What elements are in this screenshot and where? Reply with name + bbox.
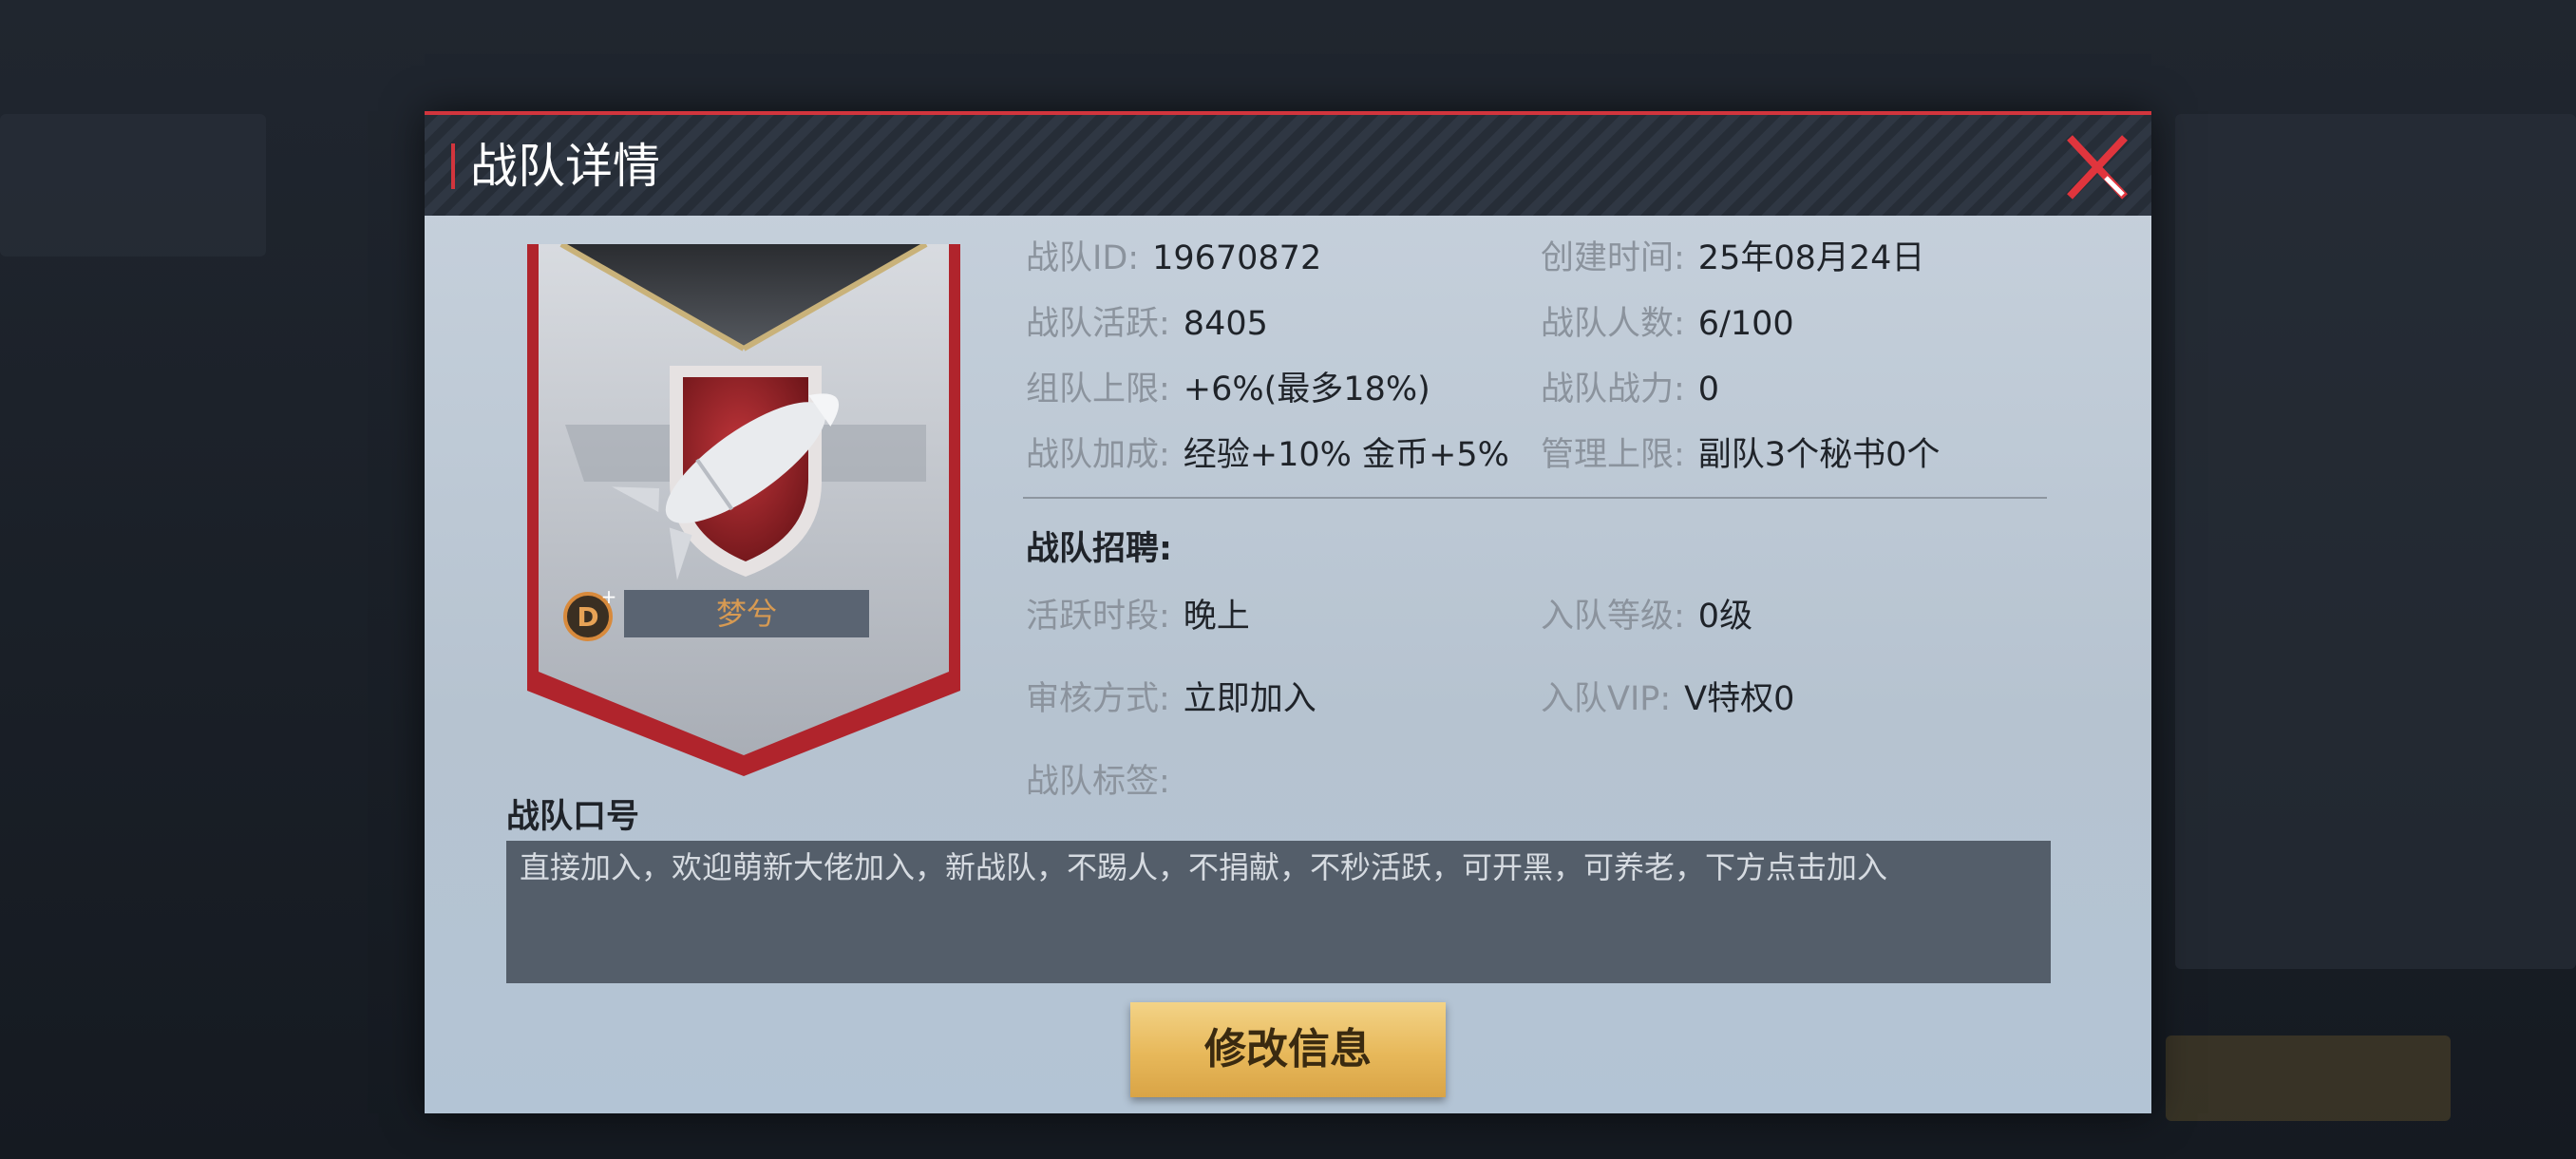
clan-name: 梦兮 [624, 590, 869, 637]
join-vip-row: 入队VIP: V特权0 [1541, 675, 1794, 723]
members-value: 6/100 [1697, 305, 1794, 343]
admin-limit-label: 管理上限: [1541, 436, 1685, 474]
team-limit-row: 组队上限: +6%(最多18%) [1026, 366, 1430, 413]
active-time-label: 活跃时段: [1026, 598, 1170, 636]
clan-details-dialog: 战队详情 D + 梦兮 战队ID: 19670872 创建时间: 25年08月2… [425, 111, 2151, 1113]
banner-graphic [527, 241, 960, 776]
clan-banner: D + 梦兮 [527, 241, 960, 814]
admin-limit-row: 管理上限: 副队3个秘书0个 [1541, 431, 1940, 479]
activity-label: 战队活跃: [1026, 305, 1170, 343]
admin-limit-value: 副队3个秘书0个 [1697, 436, 1941, 474]
svg-text:D: D [577, 601, 598, 633]
join-vip-label: 入队VIP: [1541, 680, 1672, 718]
bonus-label: 战队加成: [1026, 436, 1170, 474]
bonus-row: 战队加成: 经验+10% 金币+5% [1026, 431, 1509, 479]
join-level-label: 入队等级: [1541, 598, 1685, 636]
clan-id-row: 战队ID: 19670872 [1026, 235, 1321, 282]
members-row: 战队人数: 6/100 [1541, 300, 1794, 348]
dialog-title: 战队详情 [470, 139, 660, 194]
dialog-header: 战队详情 [425, 111, 2151, 216]
title-accent-bar [451, 143, 455, 189]
power-value: 0 [1697, 370, 1720, 408]
created-row: 创建时间: 25年08月24日 [1541, 235, 1924, 282]
created-value: 25年08月24日 [1697, 239, 1925, 277]
join-level-value: 0级 [1697, 598, 1753, 636]
members-label: 战队人数: [1541, 305, 1685, 343]
tags-label: 战队标签: [1026, 763, 1170, 801]
slogan-title: 战队口号 [506, 798, 640, 836]
svg-text:+: + [601, 586, 617, 608]
created-label: 创建时间: [1541, 239, 1685, 277]
recruit-section-title: 战队招聘: [1026, 530, 1172, 568]
power-row: 战队战力: 0 [1541, 366, 1719, 413]
team-limit-label: 组队上限: [1026, 370, 1170, 408]
active-time-value: 晚上 [1183, 598, 1250, 636]
background-panel [0, 114, 266, 256]
review-value: 立即加入 [1183, 680, 1316, 718]
close-icon [2067, 135, 2128, 200]
join-level-row: 入队等级: 0级 [1541, 593, 1752, 640]
bonus-value: 经验+10% 金币+5% [1183, 436, 1509, 474]
tags-row: 战队标签: [1026, 758, 1170, 806]
review-row: 审核方式: 立即加入 [1026, 675, 1316, 723]
divider [1023, 497, 2047, 499]
d-plus-rank-icon: D + [561, 585, 618, 643]
activity-value: 8405 [1183, 305, 1268, 343]
slogan-text: 直接加入，欢迎萌新大佬加入，新战队，不踢人，不捐献，不秒活跃，可开黑，可养老，下… [506, 841, 2051, 983]
power-label: 战队战力: [1541, 370, 1685, 408]
active-time-row: 活跃时段: 晚上 [1026, 593, 1250, 640]
team-limit-value: +6%(最多18%) [1183, 370, 1430, 408]
join-vip-value: V特权0 [1684, 680, 1795, 718]
edit-info-button[interactable]: 修改信息 [1130, 1002, 1446, 1097]
close-button[interactable] [2053, 124, 2138, 210]
activity-row: 战队活跃: 8405 [1026, 300, 1268, 348]
clan-id-label: 战队ID: [1026, 239, 1140, 277]
background-button [2166, 1036, 2451, 1121]
clan-id-value: 19670872 [1152, 239, 1322, 277]
review-label: 审核方式: [1026, 680, 1170, 718]
background-panel [2175, 114, 2576, 969]
